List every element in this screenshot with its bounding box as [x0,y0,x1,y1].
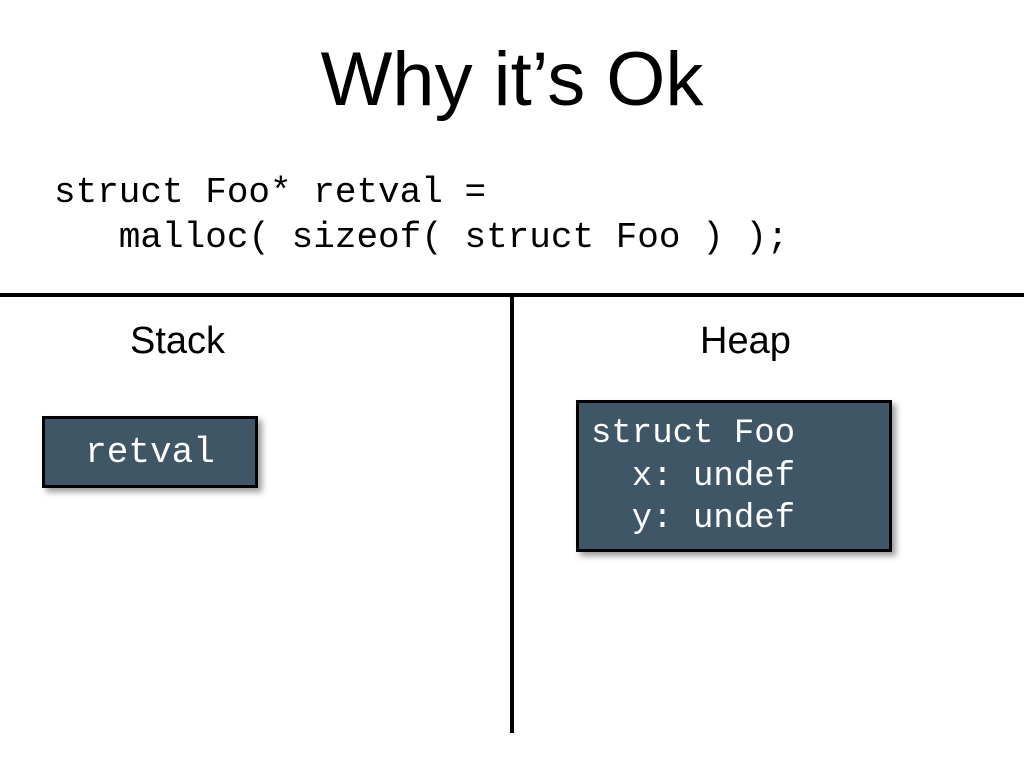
code-line-2: malloc( sizeof( struct Foo ) ); [54,217,789,258]
slide-title: Why it’s Ok [0,36,1024,123]
code-line-1: struct Foo* retval = [54,172,486,213]
code-snippet: struct Foo* retval = malloc( sizeof( str… [54,170,789,260]
stack-box-retval: retval [42,416,258,488]
heap-column-label: Heap [700,320,791,363]
stack-column-label: Stack [130,320,225,363]
heap-box-line-3: y: undef [591,500,795,538]
heap-box-line-1: struct Foo [591,415,795,453]
heap-box-struct: struct Foo x: undef y: undef [576,400,892,552]
stack-box-label: retval [85,432,215,473]
heap-box-line-2: x: undef [591,458,795,496]
vertical-divider [510,293,514,733]
